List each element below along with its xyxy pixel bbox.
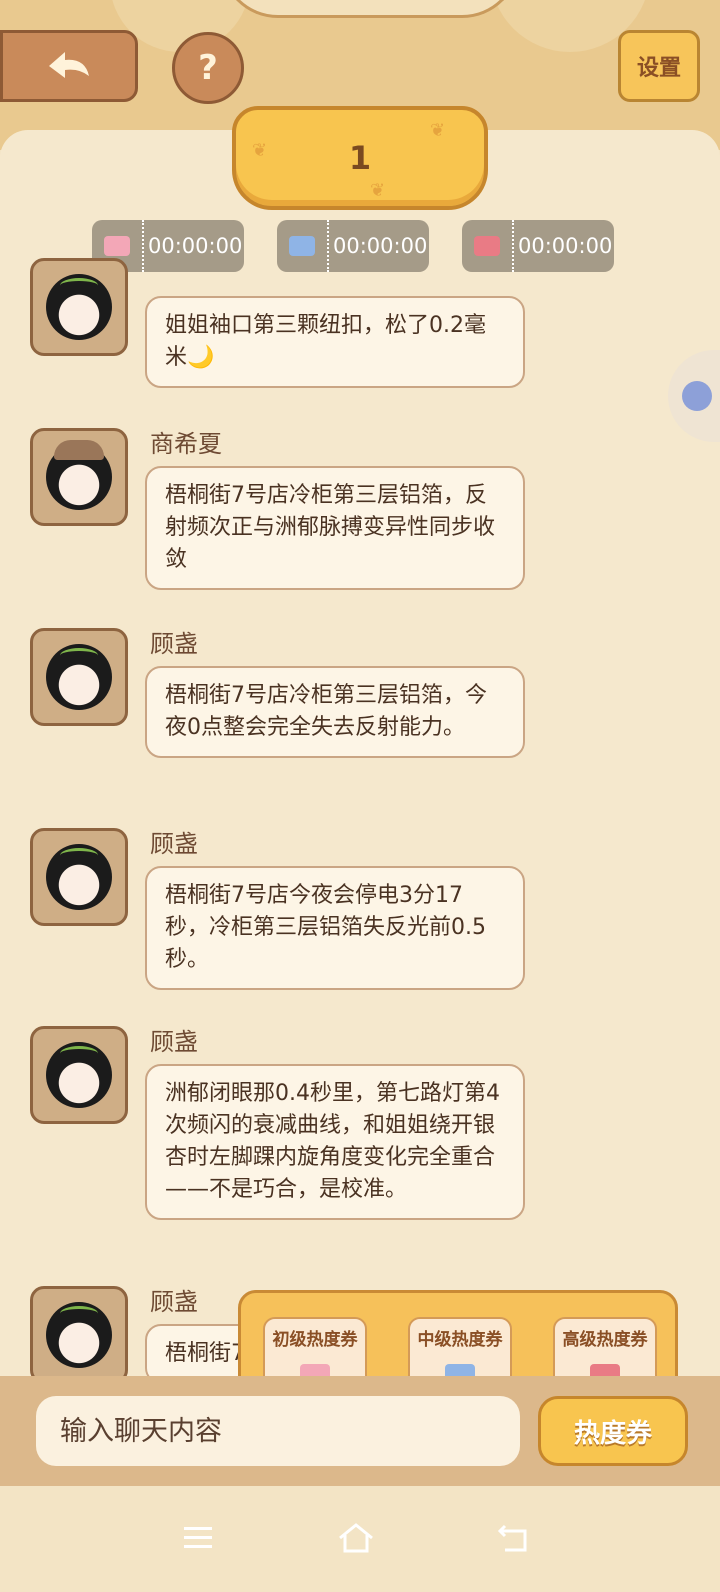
blue-ticket-icon — [289, 236, 315, 256]
sender-name: 商希夏 — [150, 430, 222, 458]
message-bubble: 洲郁闭眼那0.4秒里，第七路灯第4次频闪的衰减曲线，和姐姐绕开银杏时左脚踝内旋角… — [145, 1064, 525, 1220]
timer-text: 00:00:00 — [333, 234, 428, 258]
level-badge: 1 — [232, 106, 488, 210]
coupon-label: 初级热度券 — [272, 1330, 358, 1350]
avatar[interactable] — [30, 628, 128, 726]
avatar-image — [46, 1042, 112, 1108]
sender-name: 顾盏 — [150, 1288, 198, 1316]
avatar-image — [46, 440, 112, 510]
back-button[interactable] — [0, 30, 138, 102]
timer-blue: 00:00:00 — [277, 220, 429, 272]
message-bubble: 梧桐街7号店今夜会停电3分17秒，冷柜第三层铝箔失反光前0.5秒。 — [145, 866, 525, 990]
pink-ticket-icon — [104, 236, 130, 256]
avatar[interactable] — [30, 258, 128, 356]
leaf-icon: ❦ — [430, 120, 446, 141]
back-icon — [497, 1524, 527, 1552]
avatar-image — [46, 274, 112, 340]
sender-name: 顾盏 — [150, 1028, 198, 1056]
home-button[interactable] — [326, 1508, 386, 1568]
assistant-icon — [682, 381, 712, 411]
chat-input[interactable] — [36, 1396, 520, 1466]
avatar[interactable] — [30, 1286, 128, 1384]
avatar-image — [46, 644, 112, 710]
menu-icon — [184, 1527, 212, 1548]
avatar[interactable] — [30, 428, 128, 526]
menu-button[interactable] — [168, 1508, 228, 1568]
avatar-image — [46, 844, 112, 910]
coupon-label: 中级热度券 — [417, 1330, 503, 1350]
coupon-label: 高级热度券 — [562, 1330, 648, 1350]
avatar[interactable] — [30, 828, 128, 926]
timer-text: 00:00:00 — [148, 234, 243, 258]
back-hand-icon — [49, 52, 89, 78]
home-icon — [339, 1523, 373, 1553]
system-nav-bar — [0, 1486, 720, 1592]
timer-red: 00:00:00 — [462, 220, 614, 272]
level-number: 1 — [348, 139, 372, 177]
avatar[interactable] — [30, 1026, 128, 1124]
leaf-icon: ❦ — [252, 140, 268, 161]
cloud-decoration — [220, 0, 520, 18]
leaf-icon: ❦ — [370, 180, 386, 201]
message-bubble: 姐姐袖口第三颗纽扣，松了0.2毫米🌙 — [145, 296, 525, 388]
help-button[interactable]: ? — [172, 32, 244, 104]
message-bubble: 梧桐街7号店冷柜第三层铝箔，今夜0点整会完全失去反射能力。 — [145, 666, 525, 758]
back-nav-button[interactable] — [484, 1508, 544, 1568]
avatar-image — [46, 1302, 112, 1368]
message-bubble: 梧桐街7号店冷柜第三层铝箔，反射频次正与洲郁脉搏变异性同步收敛 — [145, 466, 525, 590]
timer-text: 00:00:00 — [518, 234, 613, 258]
red-ticket-icon — [474, 236, 500, 256]
settings-button[interactable]: 设置 — [618, 30, 700, 102]
heat-coupon-button[interactable]: 热度券 — [538, 1396, 688, 1466]
chat-input-bar: 热度券 — [0, 1376, 720, 1486]
coupon-panel: 初级热度券 中级热度券 高级热度券 — [238, 1290, 678, 1390]
sender-name: 顾盏 — [150, 830, 198, 858]
sender-name: 顾盏 — [150, 630, 198, 658]
